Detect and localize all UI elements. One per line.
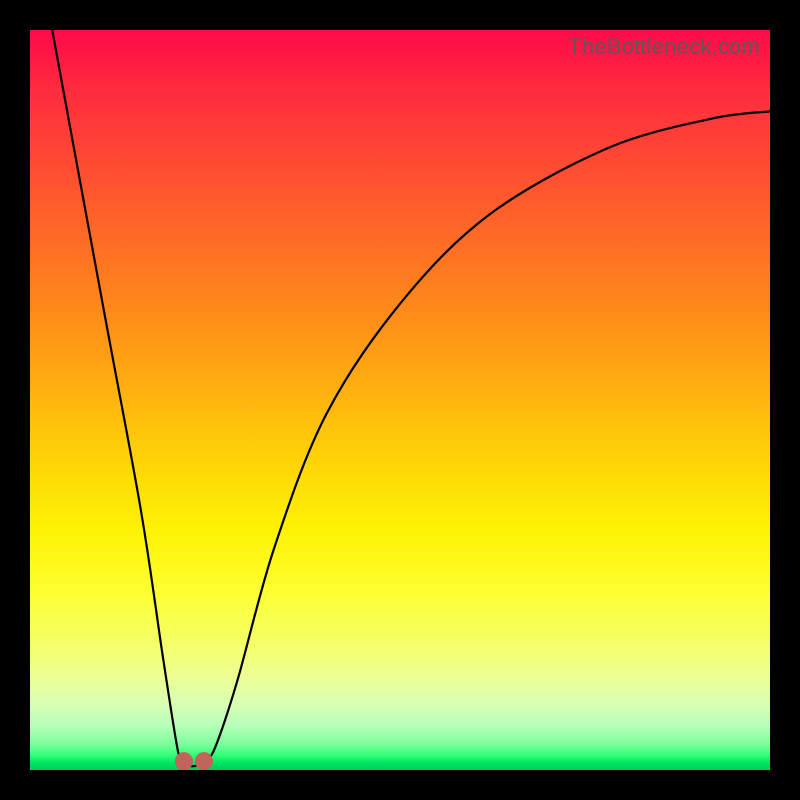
valley-markers [175,752,213,770]
plot-area: TheBottleneck.com [30,30,770,770]
valley-marker [175,752,193,770]
valley-marker [195,752,213,770]
curve-path [52,30,770,766]
bottleneck-curve [30,30,770,770]
chart-frame: TheBottleneck.com [0,0,800,800]
